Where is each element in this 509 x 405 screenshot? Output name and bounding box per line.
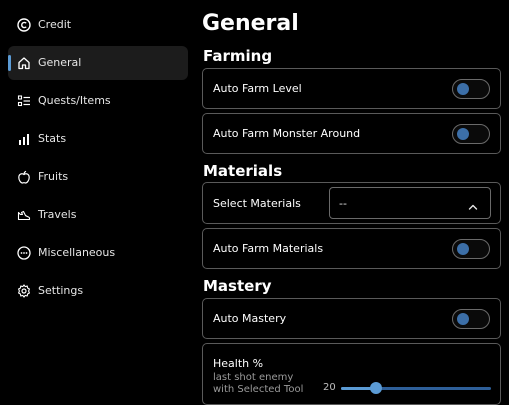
auto-farm-materials-row: Auto Farm Materials [202, 228, 501, 269]
health-percent-label: Health % [213, 357, 264, 370]
section-title-materials: Materials [203, 162, 283, 180]
section-title-farming: Farming [203, 47, 273, 65]
credit-icon [16, 17, 32, 33]
home-icon [16, 55, 32, 71]
section-title-mastery: Mastery [203, 277, 272, 295]
sidebar-item-miscellaneous[interactable]: Miscellaneous [8, 236, 188, 270]
toggle-knob [457, 83, 469, 95]
apple-icon [16, 169, 32, 185]
sidebar-item-label: General [38, 56, 82, 69]
sidebar-item-label: Travels [38, 208, 77, 221]
bar-chart-icon [16, 131, 32, 147]
health-percent-description-line-1: last shot enemy [213, 372, 294, 383]
health-percent-slider[interactable] [341, 382, 491, 394]
sidebar-item-label: Credit [38, 18, 72, 31]
slider-thumb[interactable] [369, 382, 382, 394]
sidebar-item-stats[interactable]: Stats [8, 122, 188, 156]
health-percent-description-line-2: with Selected Tool [213, 384, 304, 395]
auto-farm-level-row: Auto Farm Level [202, 68, 501, 109]
sidebar-item-fruits[interactable]: Fruits [8, 160, 188, 194]
auto-mastery-row: Auto Mastery [202, 298, 501, 339]
health-percent-row: Health % last shot enemy with Selected T… [202, 343, 501, 405]
sidebar-item-label: Fruits [38, 170, 69, 183]
auto-mastery-toggle[interactable] [452, 309, 490, 329]
main-panel: General Farming Auto Farm Level Auto Far… [196, 0, 509, 405]
auto-farm-monster-around-row: Auto Farm Monster Around [202, 113, 501, 154]
toggle-knob [457, 128, 469, 140]
select-materials-dropdown[interactable]: -- [329, 187, 491, 219]
toggle-knob [457, 313, 469, 325]
active-indicator [8, 55, 11, 71]
sidebar: Credit General Quests/Items Stats Fruits… [0, 0, 196, 399]
sidebar-item-label: Miscellaneous [38, 246, 116, 259]
sidebar-item-label: Quests/Items [38, 94, 111, 107]
sidebar-item-credit[interactable]: Credit [8, 8, 188, 42]
auto-farm-materials-label: Auto Farm Materials [213, 242, 324, 255]
sidebar-item-label: Stats [38, 132, 67, 145]
sidebar-item-label: Settings [38, 284, 84, 297]
sidebar-item-quests-items[interactable]: Quests/Items [8, 84, 188, 118]
list-icon [16, 93, 32, 109]
auto-farm-level-toggle[interactable] [452, 79, 490, 99]
auto-farm-monster-around-toggle[interactable] [452, 124, 490, 144]
sidebar-item-general[interactable]: General [8, 46, 188, 80]
select-materials-label: Select Materials [213, 197, 301, 210]
chevron-up-icon [467, 198, 479, 210]
gear-icon [16, 283, 32, 299]
auto-mastery-label: Auto Mastery [213, 312, 287, 325]
toggle-knob [457, 243, 469, 255]
auto-farm-materials-toggle[interactable] [452, 239, 490, 259]
sidebar-item-settings[interactable]: Settings [8, 274, 188, 308]
dots-icon [16, 245, 32, 261]
select-materials-value: -- [339, 197, 347, 210]
select-materials-row: Select Materials -- [202, 182, 501, 224]
travel-icon [16, 207, 32, 223]
health-percent-value: 20 [323, 382, 336, 393]
auto-farm-monster-around-label: Auto Farm Monster Around [213, 127, 361, 140]
page-title: General [202, 11, 299, 36]
sidebar-item-travels[interactable]: Travels [8, 198, 188, 232]
auto-farm-level-label: Auto Farm Level [213, 82, 302, 95]
